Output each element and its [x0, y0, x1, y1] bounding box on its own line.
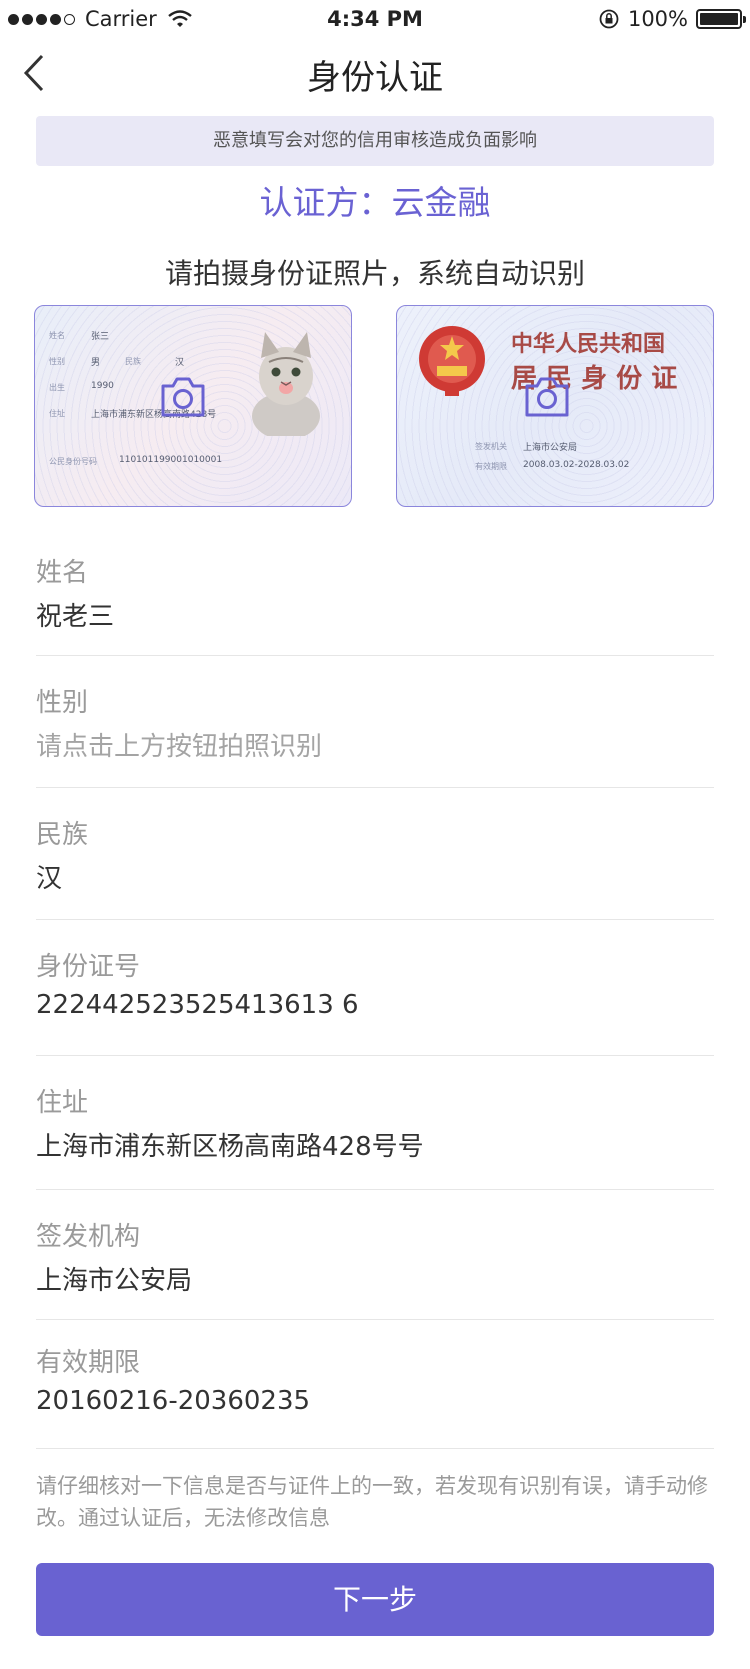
id-back-photo-button[interactable]: 中华人民共和国 居 民 身 份 证 签发机关 上海市公安局 有效期限 2008.… [396, 305, 714, 507]
card-name-label: 姓名 [49, 331, 65, 340]
authority-input[interactable]: 上海市公安局 [36, 1260, 192, 1297]
field-label: 民族 [36, 820, 89, 850]
card-name: 张三 [91, 332, 110, 342]
address-input[interactable]: 上海市浦东新区杨高南路428号号 [36, 1126, 424, 1163]
status-bar: Carrier 4:34 PM 100% [0, 0, 750, 40]
field-label: 性别 [36, 688, 89, 718]
battery-icon [696, 9, 746, 29]
card-ethnicity: 汉 [175, 358, 185, 368]
card-gender-label: 性别 [49, 357, 65, 366]
field-label: 签发机构 [36, 1222, 141, 1252]
card-gender: 男 [91, 358, 101, 368]
card-birth-label: 出生 [49, 383, 65, 392]
camera-icon [161, 377, 205, 417]
lock-rotation-icon [599, 9, 619, 29]
warning-banner: 恶意填写会对您的信用审核造成负面影响 [36, 116, 714, 166]
card-back-title-line1: 中华人民共和国 [511, 331, 666, 357]
page-title: 身份认证 [307, 58, 443, 98]
camera-icon [525, 377, 569, 417]
gender-input[interactable]: 请点击上方按钮拍照识别 [36, 726, 322, 763]
card-birth: 1990 [91, 381, 114, 391]
valid-period-input[interactable]: 20160216-20360235 [36, 1386, 310, 1416]
status-right: 100% [598, 7, 746, 31]
card-valid: 2008.03.02-2028.03.02 [523, 460, 630, 470]
national-emblem-icon [419, 326, 485, 396]
battery-percent: 100% [627, 7, 688, 31]
cat-portrait-icon [252, 332, 320, 436]
card-ethnicity-label: 民族 [125, 357, 141, 366]
field-label: 身份证号 [36, 952, 141, 982]
certifier-label: 认证方：云金融 [259, 183, 491, 222]
id-number-input[interactable]: 222442523525413613 6 [36, 990, 359, 1020]
photo-instruction: 请拍摄身份证照片，系统自动识别 [164, 257, 585, 290]
card-id-number: 110101199001010001 [119, 455, 223, 465]
ethnicity-input[interactable]: 汉 [36, 858, 62, 895]
next-step-button[interactable]: 下一步 [36, 1563, 714, 1636]
id-front-photo-button[interactable]: 姓名 张三 性别 男 民族 汉 出生 1990 住址 上海市浦东新区杨高南路42… [34, 305, 352, 507]
nav-bar: 身份认证 [0, 40, 750, 112]
field-label: 姓名 [36, 558, 89, 588]
verification-notice: 请仔细核对一下信息是否与证件上的一致，若发现有识别有误，请手动修改。通过认证后，… [36, 1474, 708, 1530]
card-valid-label: 有效期限 [475, 462, 507, 471]
field-label: 有效期限 [36, 1348, 141, 1378]
field-label: 住址 [36, 1088, 89, 1118]
card-address-label: 住址 [49, 409, 65, 418]
name-input[interactable]: 祝老三 [36, 596, 114, 633]
card-authority-label: 签发机关 [475, 442, 507, 451]
card-authority: 上海市公安局 [523, 443, 578, 453]
card-id-label: 公民身份号码 [49, 457, 97, 466]
